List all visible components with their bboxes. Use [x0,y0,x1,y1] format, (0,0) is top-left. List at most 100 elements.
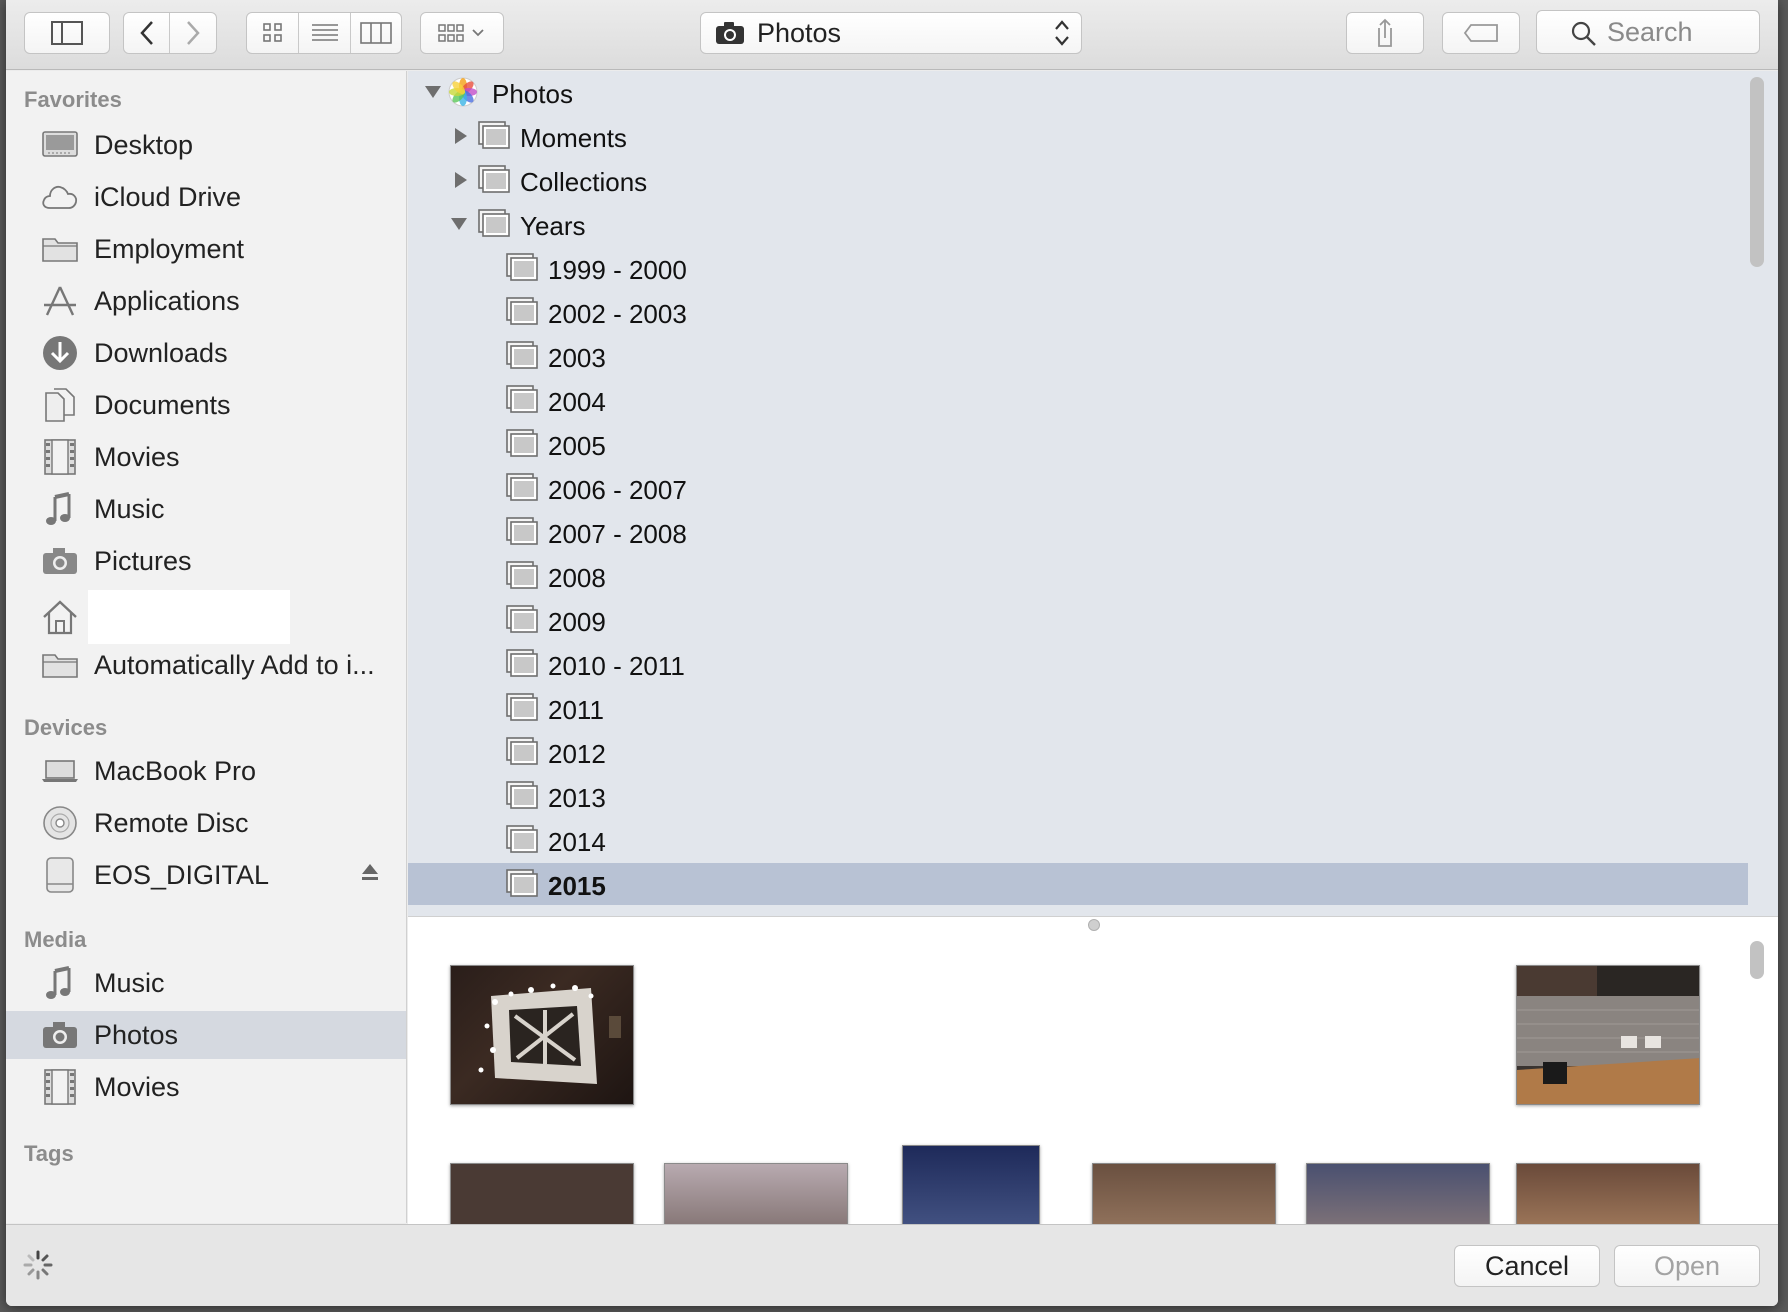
photo-thumbnail[interactable] [664,1163,848,1224]
row-label: 2009 [548,607,606,637]
browser-row-year[interactable]: 2013 [408,775,1748,817]
disclosure-down-icon[interactable] [424,83,442,101]
sidebar-item-remote-disc[interactable]: Remote Disc [6,799,406,847]
sidebar-item-label: Music [94,493,165,524]
open-button[interactable]: Open [1614,1245,1760,1287]
home-icon [40,597,80,637]
photo-thumbnail[interactable] [450,1163,634,1224]
column-view-button[interactable] [351,13,401,53]
folder-icon [40,229,80,269]
row-label: Photos [492,79,573,109]
sidebar-item-desktop[interactable]: Desktop [6,121,406,169]
browser-row-year[interactable]: 2003 [408,335,1748,377]
browser-row-year[interactable]: 2006 - 2007 [408,467,1748,509]
row-label: 1999 - 2000 [548,255,687,285]
sidebar-item-media-music[interactable]: Music [6,959,406,1007]
album-folder-icon [506,869,538,904]
favorites-header: Favorites [24,87,122,112]
browser-row-year[interactable]: 1999 - 2000 [408,247,1748,289]
sidebar-item-downloads[interactable]: Downloads [6,329,406,377]
browser-row-years[interactable]: Years [408,203,1748,245]
sidebar-item-macbook-pro[interactable]: MacBook Pro [6,747,406,795]
sidebar-item-label: Applications [94,285,240,316]
album-folder-icon [506,517,538,552]
album-folder-icon [478,209,510,244]
photo-thumbnail[interactable] [1092,1163,1276,1224]
sidebar-item-home[interactable] [6,589,406,645]
browser-row-photos[interactable]: Photos [408,71,1748,113]
browser-row-year[interactable]: 2002 - 2003 [408,291,1748,333]
sidebar-item-movies[interactable]: Movies [6,433,406,481]
desktop-icon [40,125,80,165]
browser-row-year[interactable]: 2014 [408,819,1748,861]
film-icon [40,1067,80,1107]
location-popup[interactable]: Photos [700,12,1082,54]
photo-thumbnail[interactable] [902,1145,1040,1224]
sidebar-item-media-movies[interactable]: Movies [6,1063,406,1111]
tags-button[interactable] [1442,12,1520,54]
devices-header: Devices [24,715,108,740]
sidebar-item-eos-digital[interactable]: EOS_DIGITAL [6,851,406,899]
album-folder-icon [506,825,538,860]
sidebar-item-label: Movies [94,1071,180,1102]
browser-row-year[interactable]: 2011 [408,687,1748,729]
sidebar-item-icloud-drive[interactable]: iCloud Drive [6,173,406,221]
list-view-button[interactable] [299,13,351,53]
disclosure-right-icon[interactable] [452,127,470,145]
search-field[interactable]: Search [1536,10,1760,54]
music-note-icon [40,963,80,1003]
row-label: 2002 - 2003 [548,299,687,329]
columns-icon [360,22,392,44]
sidebar-item-media-photos[interactable]: Photos [6,1011,406,1059]
browser-row-year[interactable]: 2015 [408,863,1748,905]
album-folder-icon [506,429,538,464]
sidebar-item-label: Desktop [94,129,194,160]
back-button[interactable] [124,13,170,53]
cancel-button[interactable]: Cancel [1454,1245,1600,1287]
sidebar-item-automatically-add[interactable]: Automatically Add to i... [6,641,406,689]
share-button[interactable] [1346,12,1424,54]
download-icon [40,333,80,373]
forward-button[interactable] [170,13,216,53]
browser-row-year[interactable]: 2007 - 2008 [408,511,1748,553]
browser-row-year[interactable]: 2010 - 2011 [408,643,1748,685]
drive-icon [40,855,80,895]
browser-row-year[interactable]: 2012 [408,731,1748,773]
photo-thumbnail[interactable] [1516,965,1700,1105]
list-scrollbar[interactable] [1750,77,1764,267]
eject-icon[interactable] [360,861,380,883]
disclosure-down-icon[interactable] [450,215,468,233]
sidebar-toggle-button[interactable] [24,12,110,54]
chevron-left-icon [139,21,153,45]
photo-thumbnail[interactable] [1306,1163,1490,1224]
photo-thumbnail[interactable] [450,965,634,1105]
photo-thumbnail[interactable] [1516,1163,1700,1224]
icon-view-button[interactable] [247,13,299,53]
toolbar: Photos Search [6,0,1778,70]
sidebar-item-label: EOS_DIGITAL [94,859,270,890]
split-view-handle[interactable] [1088,919,1100,931]
browser-row-year[interactable]: 2009 [408,599,1748,641]
browser-row-year[interactable]: 2005 [408,423,1748,465]
disclosure-right-icon[interactable] [452,171,470,189]
browser-row-moments[interactable]: Moments [408,115,1748,157]
sidebar-item-documents[interactable]: Documents [6,381,406,429]
view-mode-buttons [246,12,402,54]
grid-scrollbar[interactable] [1750,941,1764,979]
media-header: Media [24,927,87,952]
disc-icon [40,803,80,843]
sidebar-item-label: iCloud Drive [94,181,242,212]
arrange-menu-button[interactable] [420,12,504,54]
sidebar-item-pictures[interactable]: Pictures [6,537,406,585]
history-buttons [123,12,217,54]
row-label: 2012 [548,739,606,769]
browser-row-year[interactable]: 2004 [408,379,1748,421]
sidebar-item-music[interactable]: Music [6,485,406,533]
sidebar-item-label: Employment [94,233,245,264]
sidebar-item-employment[interactable]: Employment [6,225,406,273]
sidebar-item-applications[interactable]: Applications [6,277,406,325]
file-browser-list: Photos Moments Collections Years 1999 - … [408,71,1778,916]
browser-row-year[interactable]: 2008 [408,555,1748,597]
updown-chevron-icon [1055,20,1069,46]
browser-row-collections[interactable]: Collections [408,159,1748,201]
